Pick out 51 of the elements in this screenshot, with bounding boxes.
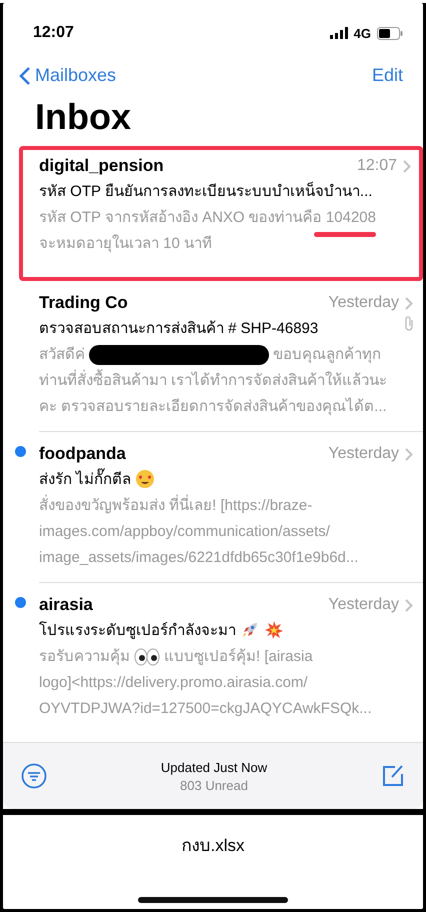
preview-text: ท่านที่สั่งซื้อสินค้ามา เราได้ทำการจัดส่งสินค้าให้แล้วนะ [39, 368, 388, 394]
back-chevron-icon[interactable] [19, 66, 31, 86]
network-label: 4G [354, 26, 371, 40]
compose-icon[interactable] [380, 764, 405, 788]
highlight-box[interactable]: digital_pension 12:07 รหัส OTP ยืนยันการลงทะเบียนระบบบำเหน็จบำนา... รหัส OTP จากรหัสอ้างอิง ANXO ของท่านคือ 104208 จะหมดอายุในเวลา 10 นาที [19, 146, 423, 281]
mailboxes-back-link[interactable]: Mailboxes [19, 65, 116, 86]
chevron-right-icon [405, 448, 413, 460]
burst-icon [264, 620, 284, 640]
message-time: Yesterday [328, 445, 399, 463]
unread-count: 803 Unread [180, 778, 248, 792]
update-status: Updated Just Now [160, 760, 268, 774]
edit-link[interactable]: Edit [372, 65, 403, 86]
message-subject: รหัส OTP ยืนยันการลงทะเบียนระบบบำเหน็จบำนา... [39, 180, 372, 202]
message-row[interactable]: Trading Co Yesterday ตรวจสอบสถานะการส่งสินค้า # SHP-46893 สวัสดีค่ ขอบคุณลูกค้าทุก ท่านที่สั่งซื้อสินค้ามา เราได้ทำการจัดส่งสินค้าให้แล้วนะ คะ ตรวจสอบรายละเอียดการจัดส่งสินค้าของคุณได้ต... [3, 281, 423, 432]
filter-icon[interactable] [21, 763, 47, 789]
attachment-filename: กงบ.xlsx [182, 835, 244, 857]
message-subject: ตรวจสอบสถานะการส่งสินค้า # SHP-46893 [39, 319, 318, 339]
underline-mark [314, 232, 376, 237]
preview-text: สั่งของขวัญพร้อมส่ง ที่นี่เลย! [https://braze- [39, 493, 312, 519]
preview-text: ขอบคุณลูกค้าทุก [273, 345, 381, 366]
preview-text: logo]<https://delivery.promo.airasia.com/ [39, 673, 308, 693]
preview-text: รหัส OTP จากรหัสอ้างอิง ANXO ของท่านคือ 104208 [39, 208, 376, 228]
preview-text: สวัสดีค่ [39, 345, 85, 365]
sender-name: foodpanda [39, 444, 126, 464]
preview-text: แบบซูเปอร์คุ้ม! [airasia [164, 647, 313, 668]
eyes-icon [134, 648, 160, 666]
preview-text: คะ ตรวจสอบรายละเอียดการจัดส่งสินค้าของคุณได้ต... [39, 396, 387, 418]
sender-name: airasia [39, 595, 93, 615]
message-row[interactable]: airasia Yesterday โปรแรงระดับซูเปอร์กำลังจะมา รอรับความคุ้ม แบบซูเปอร์คุ้ม! [airasia logo]<https://delivery.promo.airasia.com/ OYVTDPJWA?id=127500=ckgJAQYCAwkFSQk... [3, 583, 423, 734]
preview-text: จะหมดอายุในเวลา 10 นาที [39, 234, 212, 254]
battery-icon [377, 26, 403, 40]
message-time: Yesterday [328, 294, 399, 312]
preview-text: images.com/appboy/communication/assets/ [39, 522, 330, 542]
chevron-right-icon [405, 296, 413, 310]
chevron-right-icon [403, 160, 411, 172]
message-time: Yesterday [328, 596, 399, 614]
rocket-icon [240, 620, 260, 640]
message-row[interactable]: foodpanda Yesterday ส่งรัก ไม่กั๊กตีล สั่งของขวัญพร้อมส่ง ที่นี่เลย! [https://braze- images.com/appboy/communication/assets/ image_assets/images/6221dfdb65c30f1e9b6d... [3, 432, 423, 583]
preview-text: OYVTDPJWA?id=127500=ckgJAQYCAwkFSQk... [39, 699, 372, 719]
message-time: 12:07 [356, 157, 397, 175]
chevron-right-icon [405, 598, 413, 612]
status-time: 12:07 [33, 24, 74, 42]
sender-name: digital_pension [39, 156, 164, 176]
preview-text: image_assets/images/6221dfdb65c30f1e9b6d... [39, 548, 358, 568]
heart-eyes-face-icon [135, 469, 156, 489]
signal-icon [330, 27, 348, 39]
message-subject: ส่งรัก ไม่กั๊กตีล [39, 467, 132, 491]
inbox-title: Inbox [35, 96, 132, 138]
sender-name: Trading Co [39, 293, 128, 313]
preview-text: รอรับความคุ้ม [39, 647, 130, 668]
message-subject: โปรแรงระดับซูเปอร์กำลังจะมา [39, 620, 236, 641]
